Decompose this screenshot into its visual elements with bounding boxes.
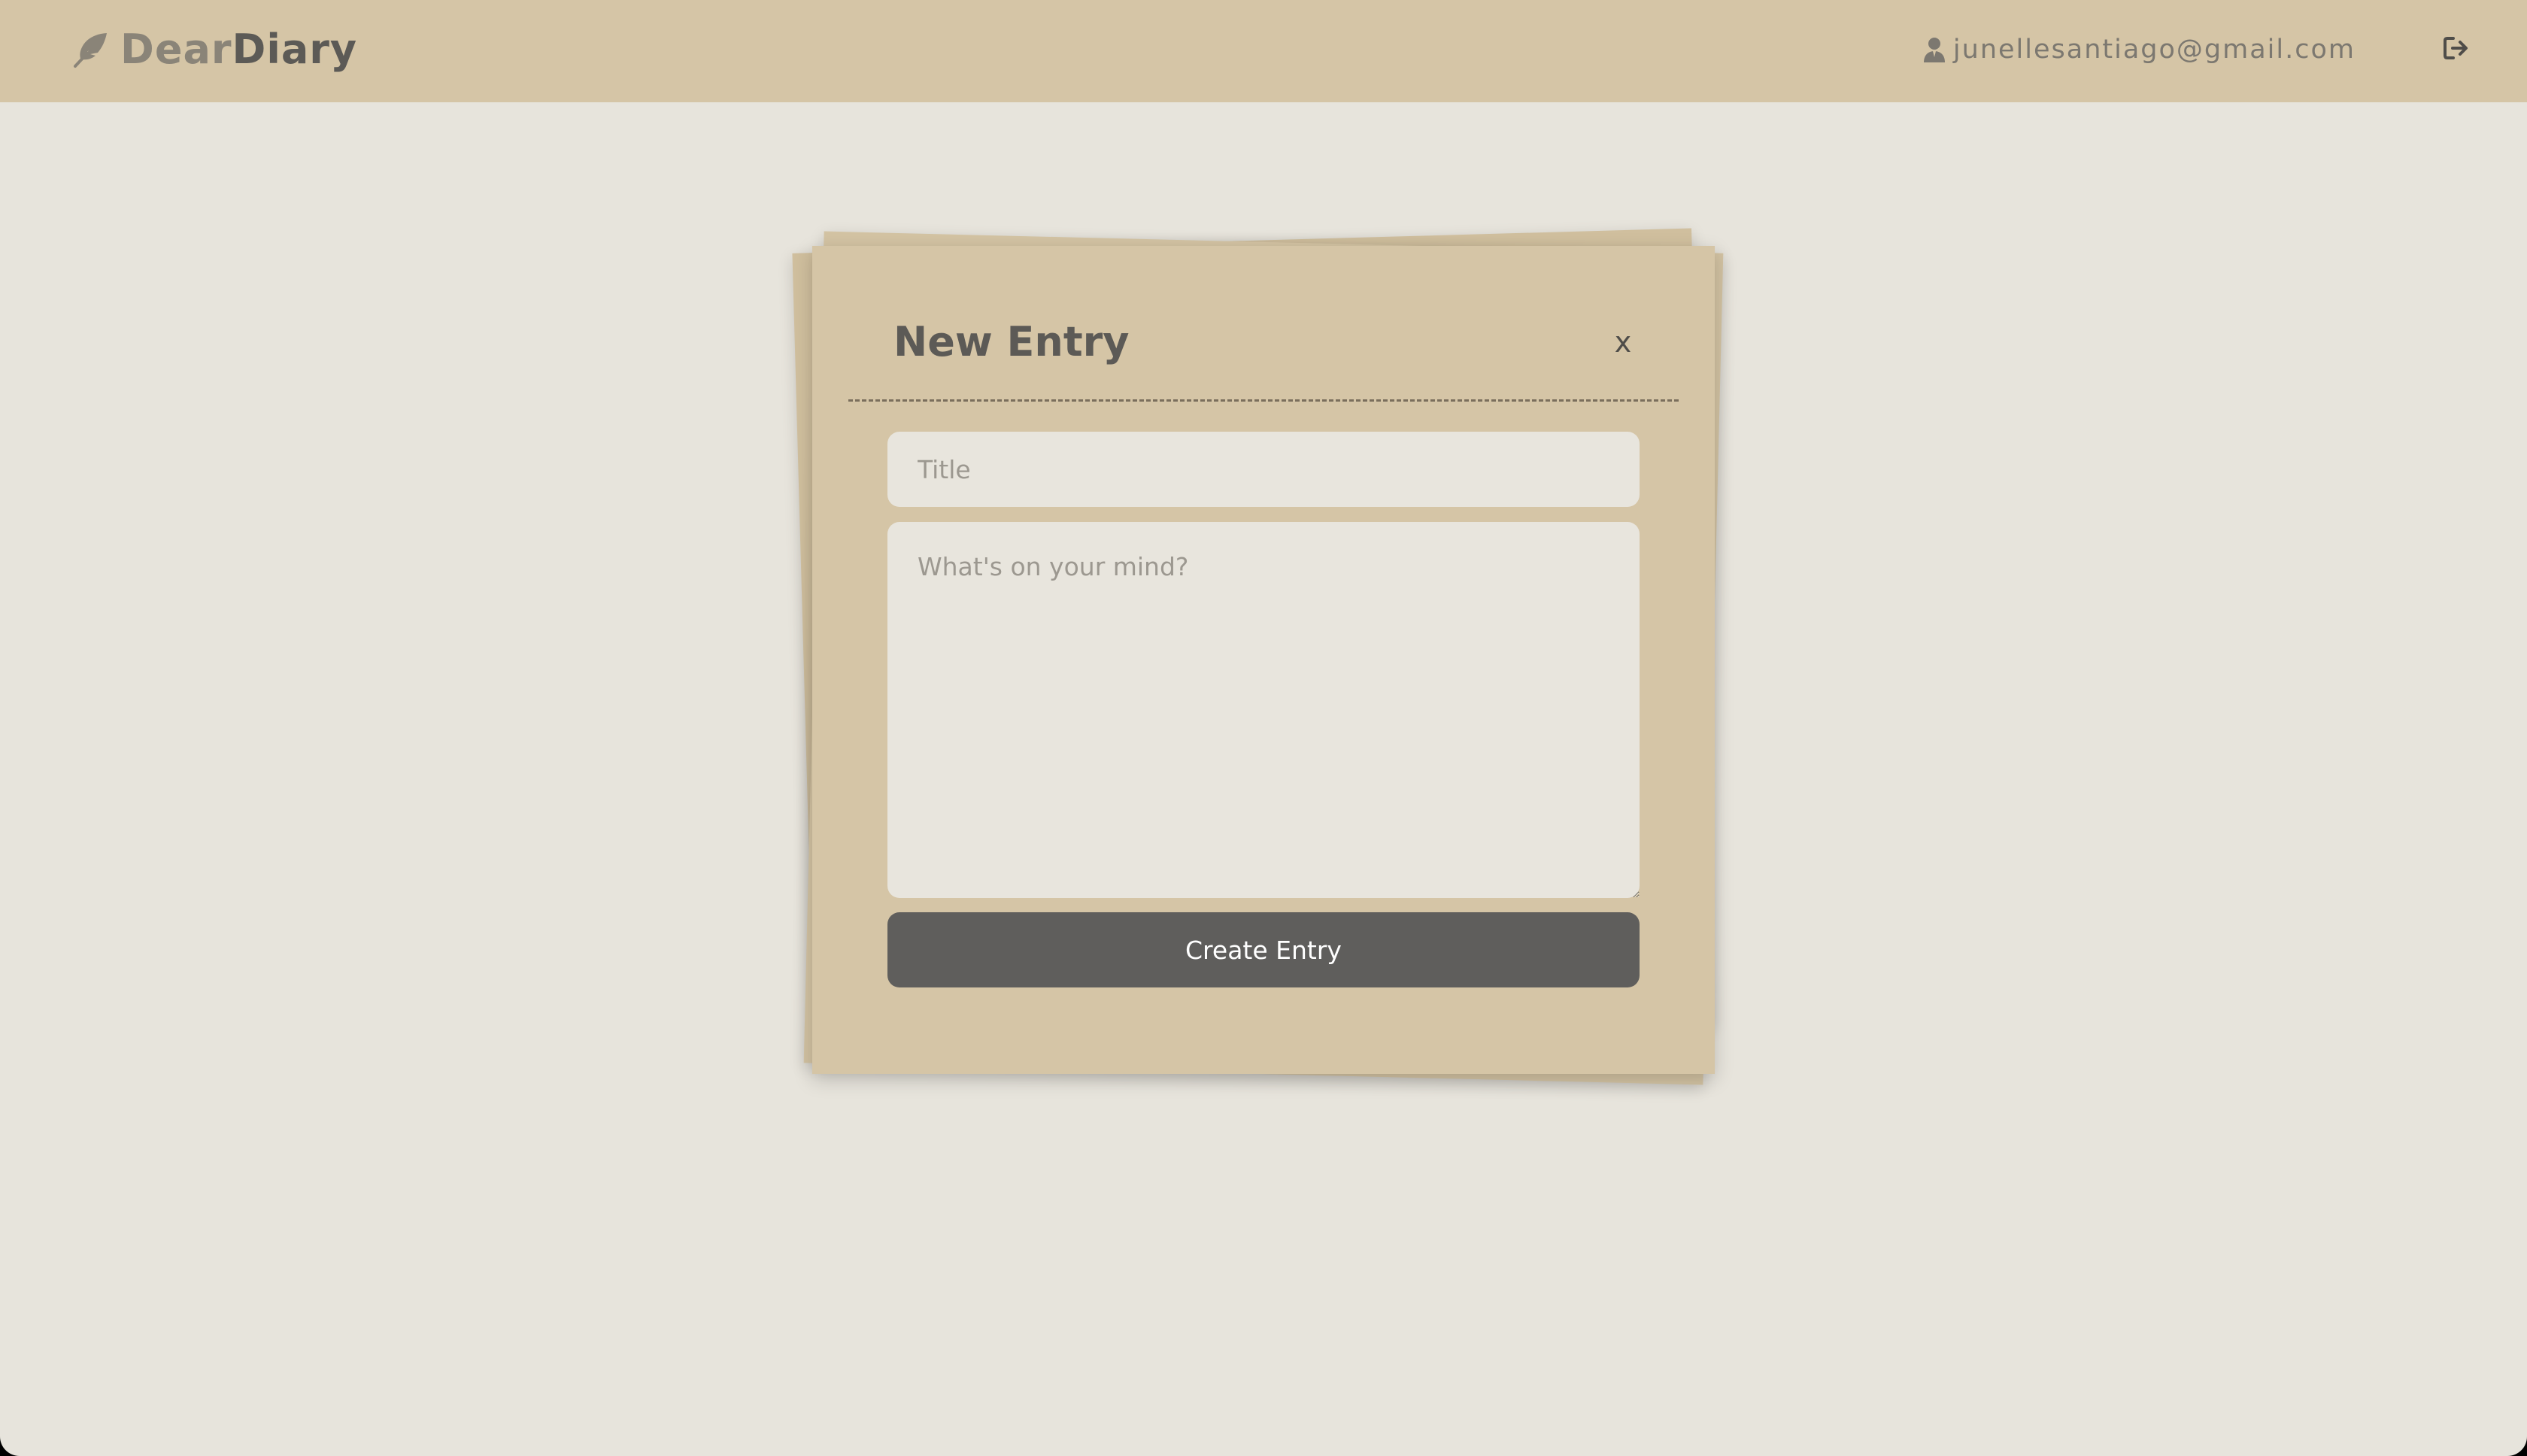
sign-out-icon: [2443, 36, 2470, 63]
brand-name-diary: Diary: [232, 26, 358, 73]
brand-name: DearDiary: [120, 20, 357, 80]
new-entry-modal: New Entry x Create Entry: [812, 246, 1715, 1074]
user-email: junellesantiago@gmail.com: [1952, 35, 2356, 65]
brand-name-dear: Dear: [120, 26, 232, 73]
close-button[interactable]: x: [1605, 324, 1641, 360]
app-viewport: DearDiary junellesantiago@gmail.com New …: [0, 0, 2527, 1456]
modal-title: New Entry: [893, 318, 1130, 366]
user-icon: [1923, 36, 1946, 63]
create-entry-button[interactable]: Create Entry: [887, 912, 1640, 987]
entry-body-textarea[interactable]: [887, 522, 1640, 898]
entry-title-input[interactable]: [887, 432, 1640, 507]
user-account: junellesantiago@gmail.com: [1923, 27, 2356, 72]
dashed-divider: [848, 399, 1679, 402]
logout-button[interactable]: [2440, 33, 2473, 66]
top-navbar: DearDiary junellesantiago@gmail.com: [0, 0, 2527, 102]
feather-icon: [72, 31, 110, 68]
brand-logo-link[interactable]: DearDiary: [72, 20, 357, 80]
